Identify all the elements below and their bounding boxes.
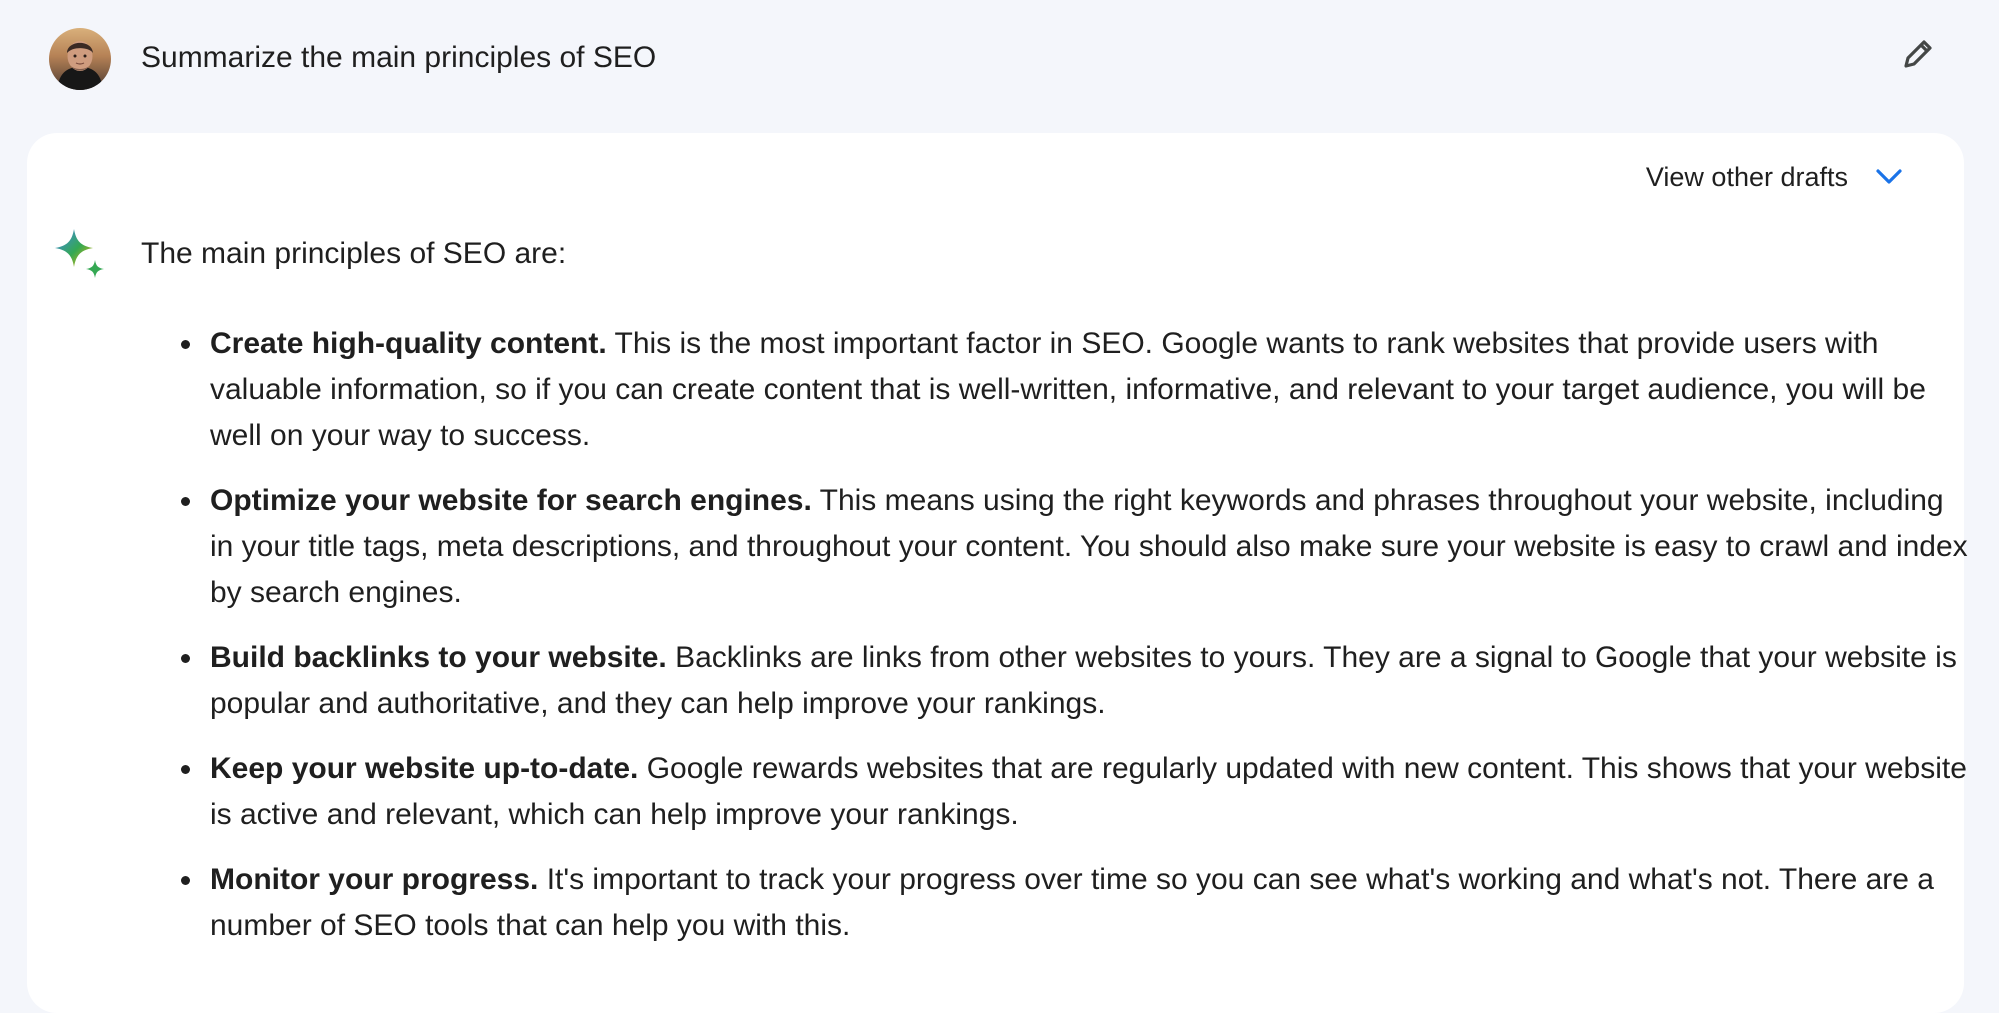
principle-title: Create high-quality content. — [210, 327, 607, 360]
principle-title: Monitor your progress. — [210, 863, 539, 896]
principle-title: Build backlinks to your website. — [210, 641, 667, 674]
edit-button[interactable] — [1896, 34, 1940, 78]
user-prompt: Summarize the main principles of SEO — [141, 41, 657, 74]
pencil-icon — [1898, 34, 1938, 79]
principle-title: Keep your website up-to-date. — [210, 752, 639, 785]
response-card: View other drafts The main principles of… — [27, 133, 1968, 1013]
view-other-drafts-button[interactable]: View other drafts — [1646, 159, 1904, 195]
response-intro: The main principles of SEO are: — [141, 237, 567, 270]
list-item: Build backlinks to your website. Backlin… — [141, 635, 1971, 727]
sparkle-icon — [52, 226, 110, 284]
user-avatar[interactable] — [49, 28, 111, 90]
prompt-bar: Summarize the main principles of SEO — [0, 0, 1999, 120]
principles-list: Create high-quality content. This is the… — [141, 321, 1971, 968]
list-item: Keep your website up-to-date. Google rew… — [141, 746, 1971, 838]
list-item: Create high-quality content. This is the… — [141, 321, 1971, 459]
list-item: Monitor your progress. It's important to… — [141, 857, 1971, 949]
principle-title: Optimize your website for search engines… — [210, 484, 812, 517]
chevron-down-icon — [1874, 162, 1904, 192]
list-item: Optimize your website for search engines… — [141, 478, 1971, 616]
drafts-label: View other drafts — [1645, 162, 1848, 192]
